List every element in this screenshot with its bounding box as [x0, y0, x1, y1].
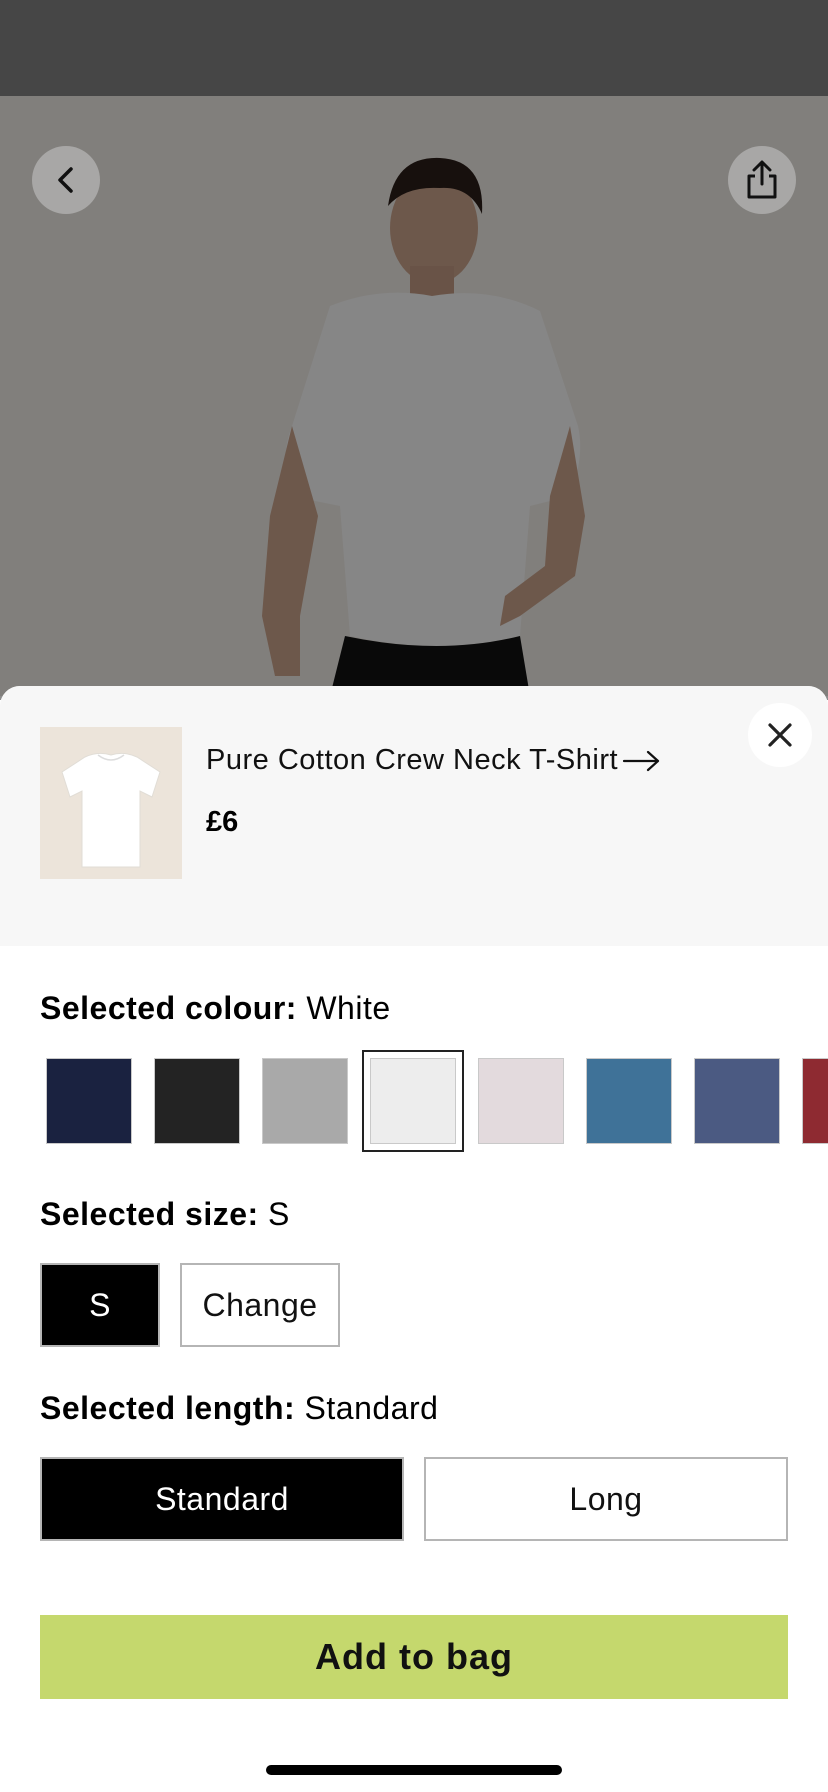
length-value: Standard — [304, 1390, 439, 1426]
swatch-grey-marl[interactable] — [262, 1058, 348, 1144]
swatch-pale-pink[interactable] — [478, 1058, 564, 1144]
share-icon — [747, 160, 777, 199]
product-name-link[interactable]: Pure Cotton Crew Neck T-Shirt — [206, 744, 662, 777]
length-label-title: Selected length: — [40, 1390, 296, 1426]
sheet-header: Pure Cotton Crew Neck T-Shirt £6 — [0, 686, 828, 946]
product-name: Pure Cotton Crew Neck T-Shirt — [206, 744, 619, 776]
dim-overlay[interactable] — [0, 0, 828, 700]
swatch-black[interactable] — [154, 1058, 240, 1144]
swatch-red[interactable] — [802, 1058, 828, 1144]
size-option-s[interactable]: S — [40, 1263, 160, 1347]
home-indicator — [266, 1765, 562, 1775]
length-option-standard[interactable]: Standard — [40, 1457, 404, 1541]
colour-label-title: Selected colour: — [40, 990, 297, 1026]
arrow-right-icon — [622, 750, 660, 771]
size-label-title: Selected size: — [40, 1196, 259, 1232]
tshirt-thumbnail-image — [61, 752, 161, 868]
swatch-white-selected[interactable] — [362, 1050, 464, 1152]
chevron-left-icon — [58, 167, 73, 193]
add-to-bag-button[interactable]: Add to bag — [40, 1615, 788, 1699]
swatch-denim[interactable] — [694, 1058, 780, 1144]
change-size-button[interactable]: Change — [180, 1263, 340, 1347]
back-button[interactable] — [32, 146, 100, 214]
selected-colour-label: Selected colour: White — [40, 990, 391, 1027]
selected-size-label: Selected size: S — [40, 1196, 290, 1233]
colour-value: White — [306, 990, 391, 1026]
swatch-navy[interactable] — [46, 1058, 132, 1144]
length-option-long[interactable]: Long — [424, 1457, 788, 1541]
product-options-sheet: Pure Cotton Crew Neck T-Shirt £6 Selecte… — [0, 686, 828, 1792]
close-icon — [768, 723, 792, 747]
share-button[interactable] — [728, 146, 796, 214]
selected-length-label: Selected length: Standard — [40, 1390, 438, 1427]
product-thumbnail — [40, 727, 182, 879]
close-button[interactable] — [748, 703, 812, 767]
size-value: S — [268, 1196, 290, 1232]
swatch-blue[interactable] — [586, 1058, 672, 1144]
colour-swatch-list — [46, 1050, 828, 1152]
product-price: £6 — [206, 806, 239, 838]
